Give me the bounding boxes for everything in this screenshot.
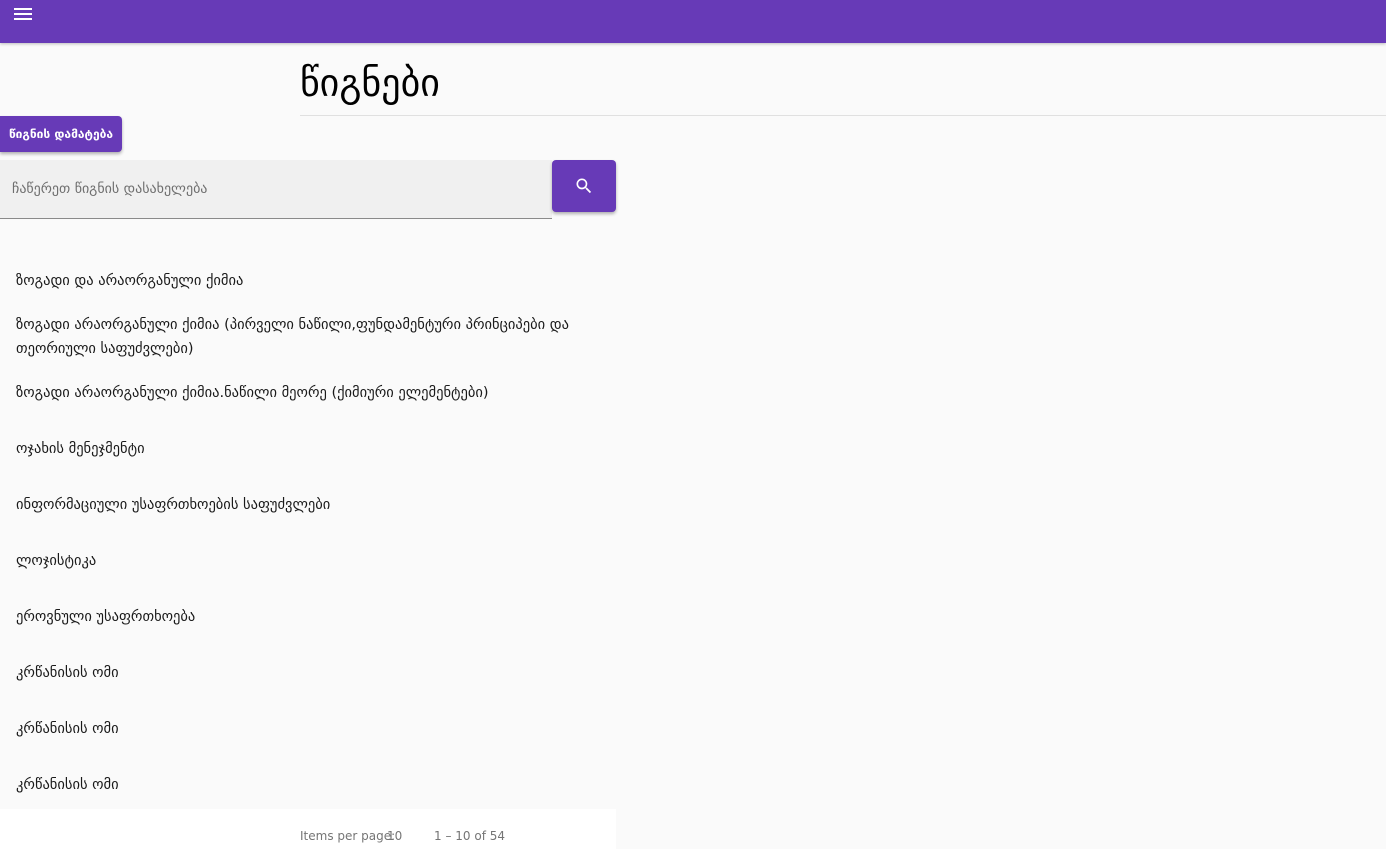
- list-item[interactable]: კრწანისის ომი: [16, 717, 596, 741]
- list-item[interactable]: ინფორმაციული უსაფრთხოების საფუძვლები: [16, 493, 596, 517]
- list-item[interactable]: კრწანისის ომი: [16, 773, 596, 797]
- paginator: Items per page: 10 1 – 10 of 54: [0, 809, 616, 849]
- book-list: ზოგადი და არაორგანული ქიმია ზოგადი არაორ…: [0, 0, 616, 836]
- list-item[interactable]: ზოგადი არაორგანული ქიმია (პირველი ნაწილი…: [16, 313, 596, 361]
- list-item[interactable]: ზოგადი და არაორგანული ქიმია: [16, 269, 596, 293]
- list-item[interactable]: კრწანისის ომი: [16, 661, 596, 685]
- list-item[interactable]: ზოგადი არაორგანული ქიმია.ნაწილი მეორე (ქ…: [16, 381, 596, 405]
- list-item[interactable]: ეროვნული უსაფრთხოება: [16, 605, 596, 629]
- paginator-range: 1 – 10 of 54: [434, 829, 505, 843]
- page-size-select[interactable]: 10: [387, 829, 402, 843]
- list-item[interactable]: ლოჯისტიკა: [16, 549, 596, 573]
- list-item[interactable]: ოჯახის მენეჯმენტი: [16, 437, 596, 461]
- items-per-page-label: Items per page:: [300, 829, 396, 843]
